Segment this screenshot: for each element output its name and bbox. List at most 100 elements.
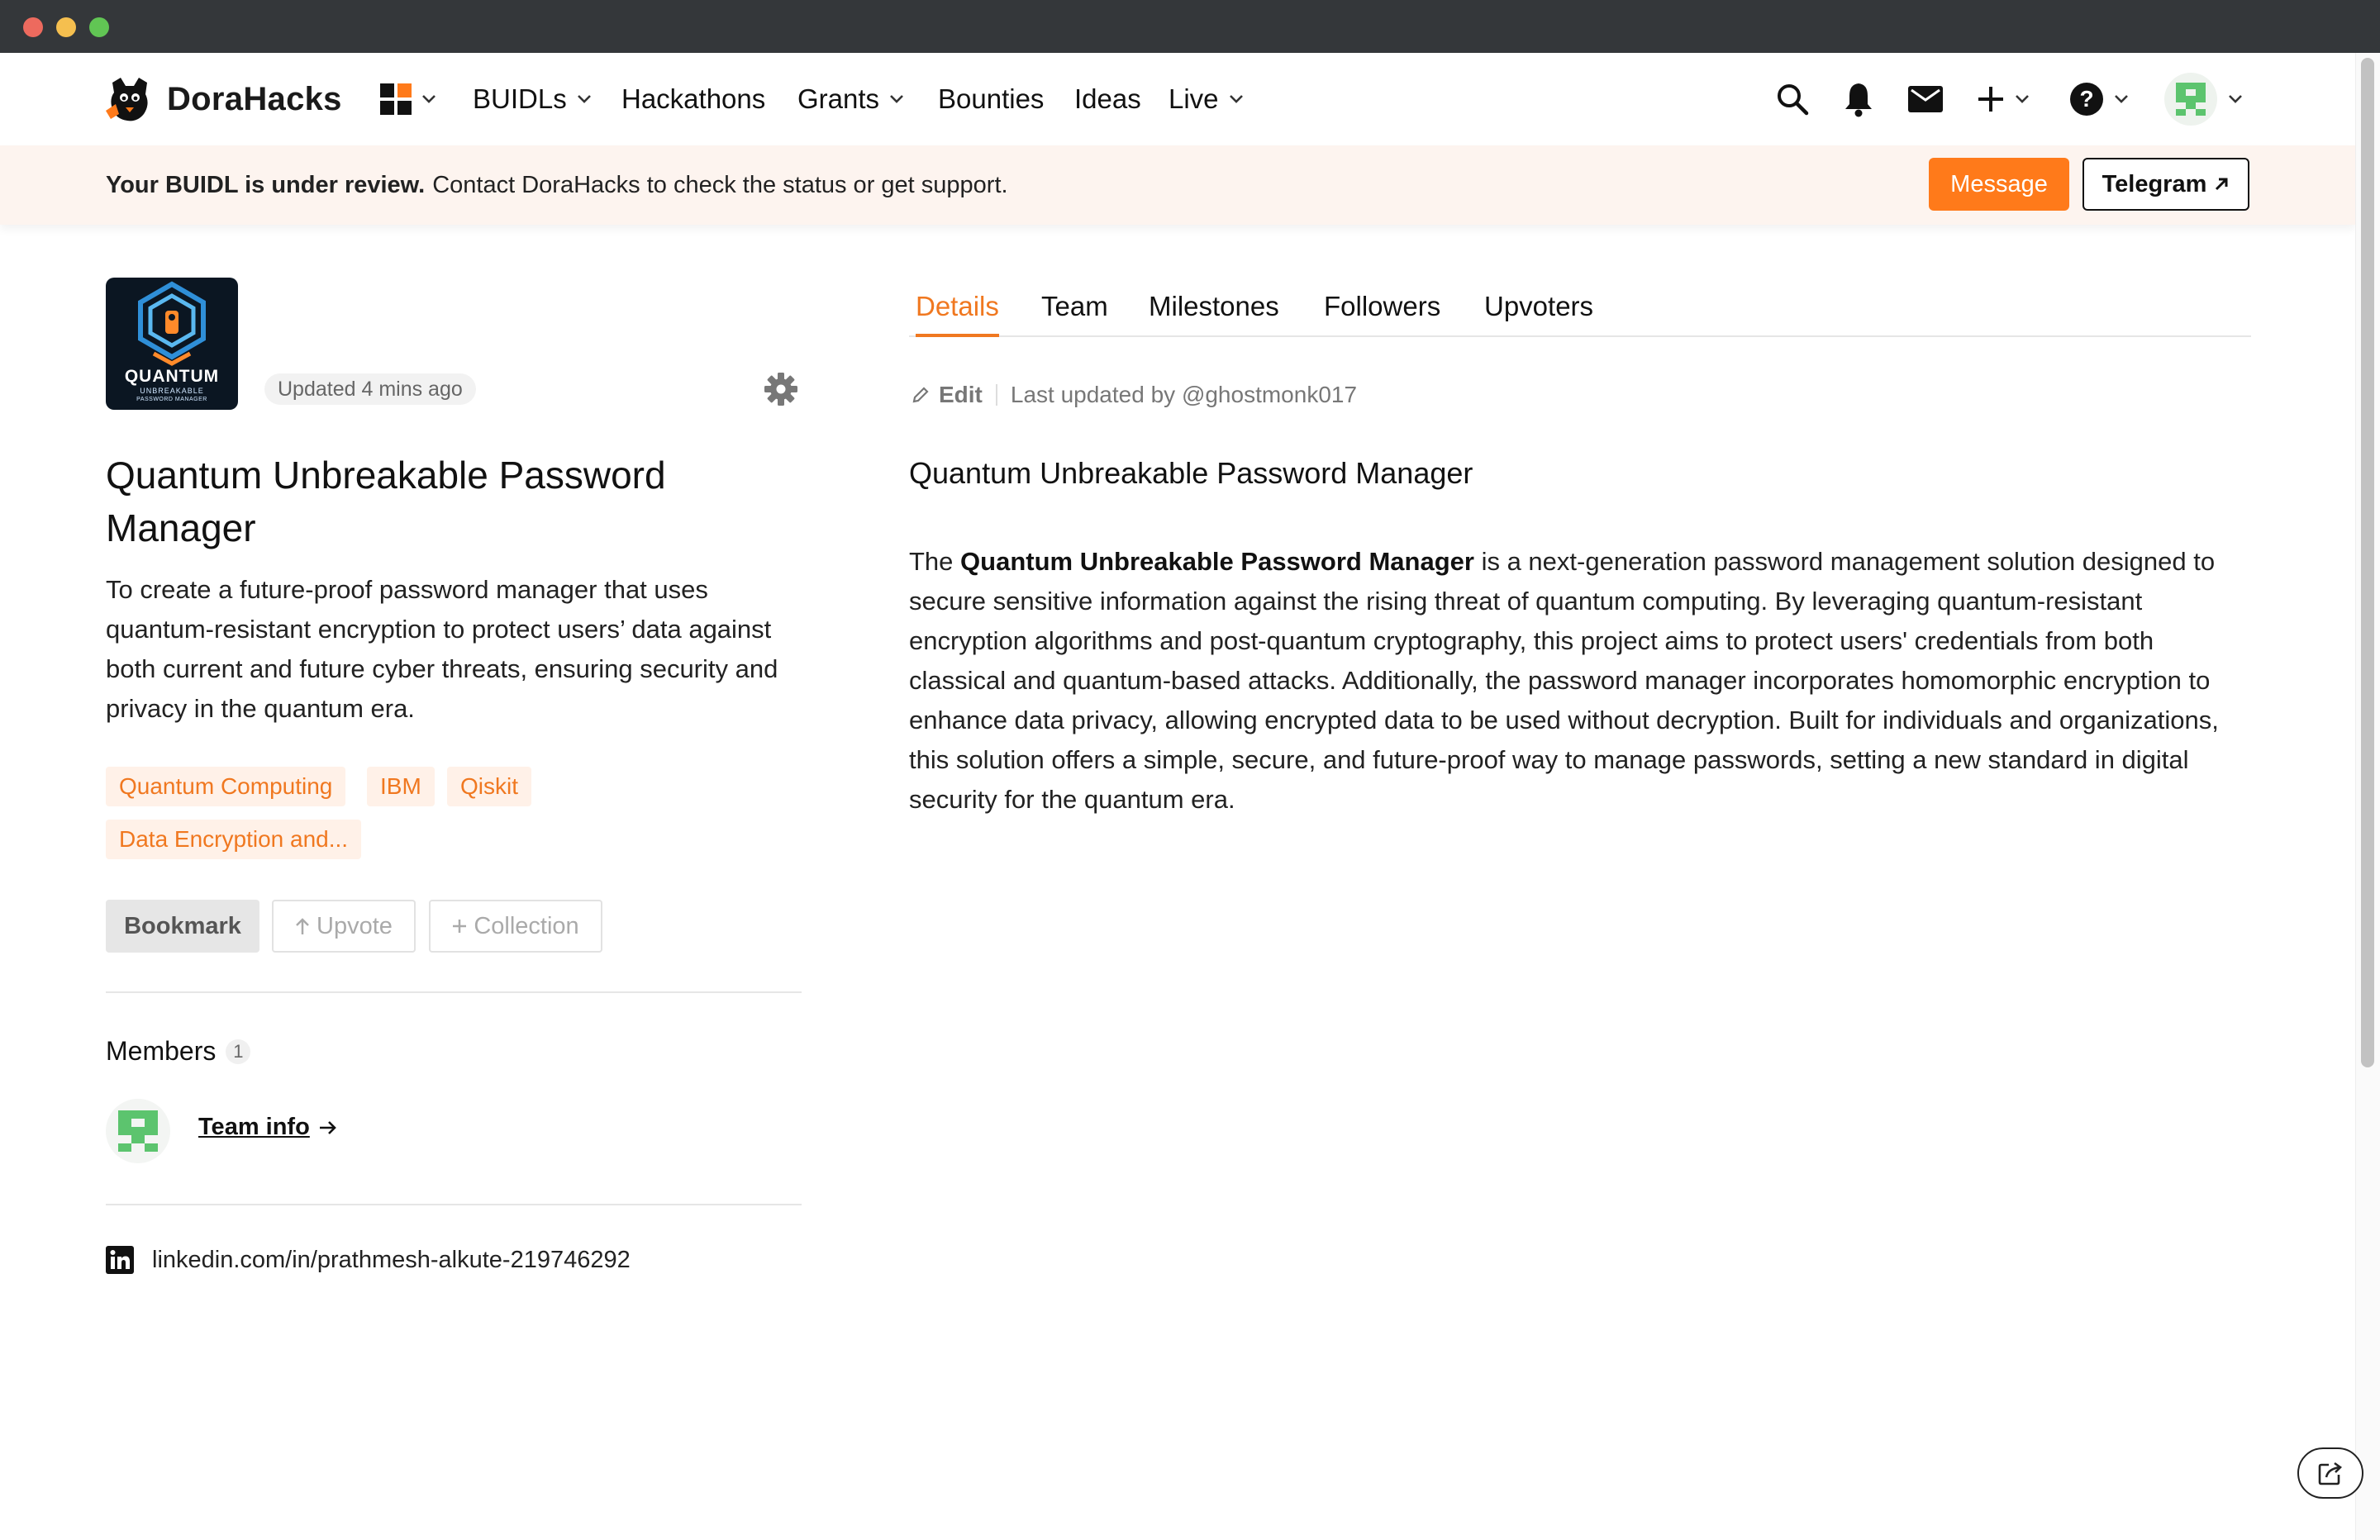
messages-button[interactable]: [1907, 53, 1944, 145]
chevron-down-icon: [2016, 95, 2029, 103]
help-icon: ?: [2070, 83, 2103, 116]
external-link-icon: [2216, 178, 2228, 191]
members-count-badge: 1: [226, 1039, 251, 1064]
scrollbar-thumb[interactable]: [2361, 58, 2374, 1067]
plus-icon: [453, 920, 467, 933]
user-menu-button[interactable]: [2163, 53, 2243, 145]
search-icon: [1778, 84, 1809, 116]
members-label: Members: [106, 1036, 217, 1066]
bell-icon: [1845, 83, 1872, 117]
logo-word: QUANTUM: [124, 367, 220, 386]
separator: [995, 384, 997, 406]
avatar: [118, 1110, 158, 1152]
tag-quantum-computing[interactable]: Quantum Computing: [106, 767, 346, 806]
member-avatar[interactable]: [106, 1099, 170, 1163]
dorahacks-logo-icon: [106, 78, 148, 121]
team-info-link[interactable]: Team info: [198, 1114, 338, 1141]
detail-tabs: Details Team Milestones Followers Upvote…: [909, 281, 2251, 337]
arrow-right-icon: [319, 1120, 336, 1134]
upvote-label: Upvote: [317, 912, 393, 939]
details-body-bold: Quantum Unbreakable Password Manager: [960, 547, 1474, 576]
project-logo: QUANTUM UNBREAKABLE PASSWORD MANAGER: [106, 278, 238, 410]
telegram-button[interactable]: Telegram: [2082, 158, 2249, 211]
project-description: To create a future-proof password manage…: [106, 575, 778, 723]
banner-message: Your BUIDL is under review. Contact Dora…: [106, 145, 1008, 225]
top-nav: DoraHacks BUIDLs Hackathons Grants Bount…: [0, 53, 2355, 145]
members-heading: Members 1: [106, 1036, 251, 1067]
nav-item-label: Hackathons: [621, 83, 766, 114]
bookmark-button[interactable]: Bookmark: [106, 900, 259, 953]
nav-item-label: Grants: [797, 83, 880, 114]
chevron-down-icon: [2229, 95, 2242, 103]
last-updated-text: Last updated by @ghostmonk017: [1010, 382, 1358, 407]
tab-team[interactable]: Team: [1041, 281, 1108, 335]
message-button[interactable]: Message: [1929, 158, 2069, 211]
banner-bold-text: Your BUIDL is under review.: [106, 171, 426, 198]
avatar: [2164, 73, 2217, 126]
nav-item-label: BUIDLs: [473, 83, 567, 114]
details-body: The Quantum Unbreakable Password Manager…: [909, 542, 2254, 820]
nav-item-ideas[interactable]: Ideas: [1074, 53, 1141, 145]
details-body-text: is a next-generation password management…: [909, 547, 2219, 814]
tab-followers[interactable]: Followers: [1324, 281, 1440, 335]
nav-item-label: Bounties: [938, 83, 1045, 114]
nav-item-bounties[interactable]: Bounties: [938, 53, 1044, 145]
svg-text:?: ?: [2079, 86, 2093, 112]
team-info-label: Team info: [198, 1114, 310, 1140]
divider: [106, 991, 802, 993]
logo-subtitle-2: PASSWORD MANAGER: [136, 397, 207, 402]
edit-button[interactable]: Edit: [911, 382, 983, 408]
edit-row: Edit Last updated by @ghostmonk017: [911, 378, 1357, 411]
details-heading: Quantum Unbreakable Password Manager: [909, 456, 1473, 490]
apps-grid-icon: [380, 83, 412, 115]
upvote-button[interactable]: Upvote: [272, 900, 416, 953]
create-menu-button[interactable]: [1977, 53, 2030, 145]
tag-qiskit[interactable]: Qiskit: [447, 767, 531, 806]
share-button[interactable]: [2297, 1447, 2363, 1499]
tab-details[interactable]: Details: [916, 281, 999, 337]
nav-item-buidls[interactable]: BUIDLs: [473, 53, 592, 145]
chevron-down-icon: [1229, 95, 1243, 103]
tag-data-encryption[interactable]: Data Encryption and...: [106, 820, 362, 859]
nav-item-hackathons[interactable]: Hackathons: [621, 53, 765, 145]
chevron-down-icon: [422, 95, 436, 103]
logo-subtitle-1: UNBREAKABLE: [140, 387, 204, 395]
tag-ibm[interactable]: IBM: [367, 767, 435, 806]
chevron-down-icon: [890, 95, 903, 103]
review-banner: Your BUIDL is under review. Contact Dora…: [0, 145, 2355, 225]
telegram-label: Telegram: [2102, 170, 2207, 197]
nav-item-label: Live: [1169, 83, 1219, 114]
project-title: Quantum Unbreakable Password Manager: [106, 454, 666, 549]
notifications-button[interactable]: [1843, 53, 1874, 145]
tab-milestones[interactable]: Milestones: [1149, 281, 1279, 335]
mail-icon: [1908, 86, 1943, 112]
tab-upvoters[interactable]: Upvoters: [1484, 281, 1593, 335]
linkedin-url: linkedin.com/in/prathmesh-alkute-2197462…: [152, 1246, 631, 1273]
add-to-collection-button[interactable]: Collection: [429, 900, 602, 953]
window-close-button[interactable]: [23, 17, 43, 37]
brand-name: DoraHacks: [167, 80, 342, 117]
brand-logo[interactable]: DoraHacks: [104, 74, 342, 124]
linkedin-link[interactable]: linkedin.com/in/prathmesh-alkute-2197462…: [106, 1246, 631, 1274]
edit-label: Edit: [939, 382, 983, 407]
linkedin-icon: [106, 1246, 134, 1274]
divider: [106, 1204, 802, 1205]
plus-icon: [1978, 87, 2003, 112]
help-menu-button[interactable]: ?: [2069, 53, 2129, 145]
window-titlebar: [0, 0, 2380, 53]
apps-menu-button[interactable]: [380, 53, 436, 145]
chevron-down-icon: [2115, 95, 2128, 103]
updated-badge: Updated 4 mins ago: [264, 373, 476, 405]
window-zoom-button[interactable]: [89, 17, 109, 37]
nav-item-label: Ideas: [1074, 83, 1141, 114]
window-minimize-button[interactable]: [56, 17, 76, 37]
search-button[interactable]: [1775, 53, 1810, 145]
nav-item-live[interactable]: Live: [1169, 53, 1244, 145]
banner-text: Contact DoraHacks to check the status or…: [432, 171, 1008, 198]
share-icon: [2318, 1462, 2343, 1485]
gear-icon[interactable]: [764, 372, 798, 406]
nav-item-grants[interactable]: Grants: [797, 53, 904, 145]
details-body-intro: The: [909, 547, 954, 576]
chevron-down-icon: [577, 95, 591, 103]
arrow-up-icon: [296, 918, 309, 934]
